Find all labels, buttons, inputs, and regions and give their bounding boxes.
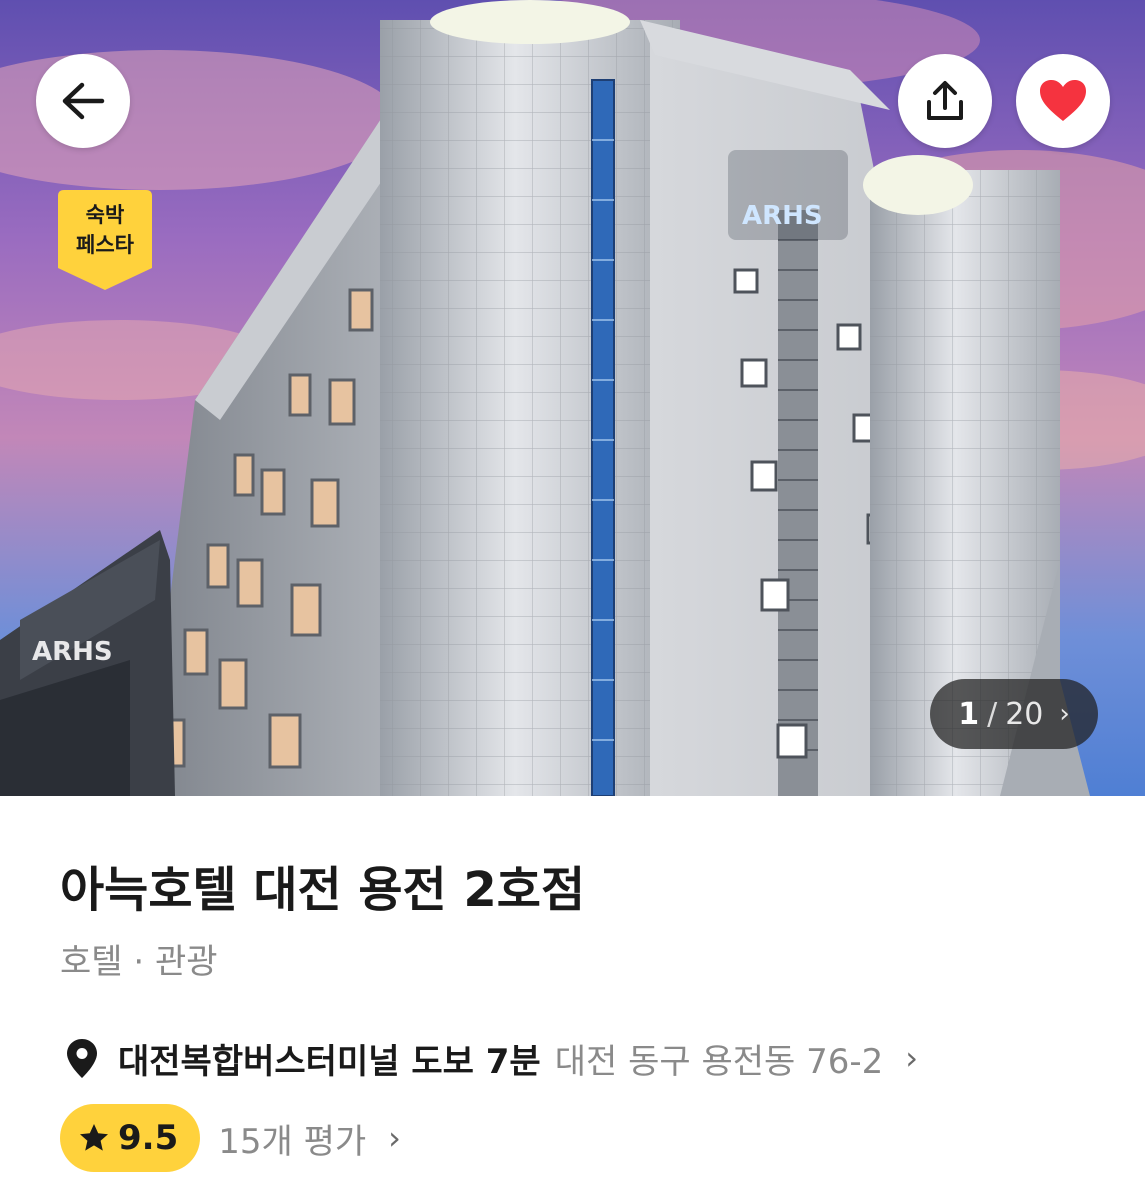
hotel-category: 호텔 · 관광: [60, 942, 218, 982]
svg-text:ARHS: ARHS: [32, 637, 113, 667]
share-button[interactable]: [898, 54, 992, 148]
location-row[interactable]: 대전복합버스터미널 도보 7분 대전 동구 용전동 76-2 ›: [60, 1032, 918, 1084]
transit-info: 대전복합버스터미널 도보 7분: [118, 1041, 541, 1082]
heart-icon: [1040, 80, 1086, 121]
photo-counter[interactable]: 1 / 20 ›: [930, 679, 1098, 749]
photo-counter-total: 20: [1005, 696, 1044, 732]
rating-row[interactable]: 9.5 15개 평가 ›: [60, 1104, 401, 1172]
rating-pill: 9.5: [60, 1104, 201, 1172]
star-icon: [80, 1124, 108, 1151]
arrow-left-icon: [62, 82, 105, 120]
photo-counter-separator: /: [987, 696, 998, 732]
svg-text:ARHS: ARHS: [742, 201, 823, 231]
badge-line-1: 숙박: [85, 203, 125, 227]
promo-badge: 숙박 페스타: [58, 190, 152, 290]
review-count: 15개 평가: [218, 1121, 367, 1162]
photo-counter-current: 1: [958, 696, 980, 732]
back-button[interactable]: [36, 54, 130, 148]
hero-image[interactable]: ARHS ARHS 숙박 페스타 1 / 20 ›: [0, 0, 1145, 796]
location-pin-icon: [67, 1039, 97, 1078]
hotel-name: 아늑호텔 대전 용전 2호점: [60, 862, 586, 918]
share-icon: [927, 81, 963, 120]
chevron-right-icon: ›: [905, 1039, 919, 1077]
chevron-right-icon: ›: [388, 1119, 401, 1157]
chevron-right-icon: ›: [1059, 699, 1070, 729]
rating-score: 9.5: [118, 1118, 179, 1158]
hotel-address: 대전 동구 용전동 76-2: [554, 1041, 884, 1082]
badge-line-2: 페스타: [76, 233, 134, 257]
like-button[interactable]: [1016, 54, 1110, 148]
